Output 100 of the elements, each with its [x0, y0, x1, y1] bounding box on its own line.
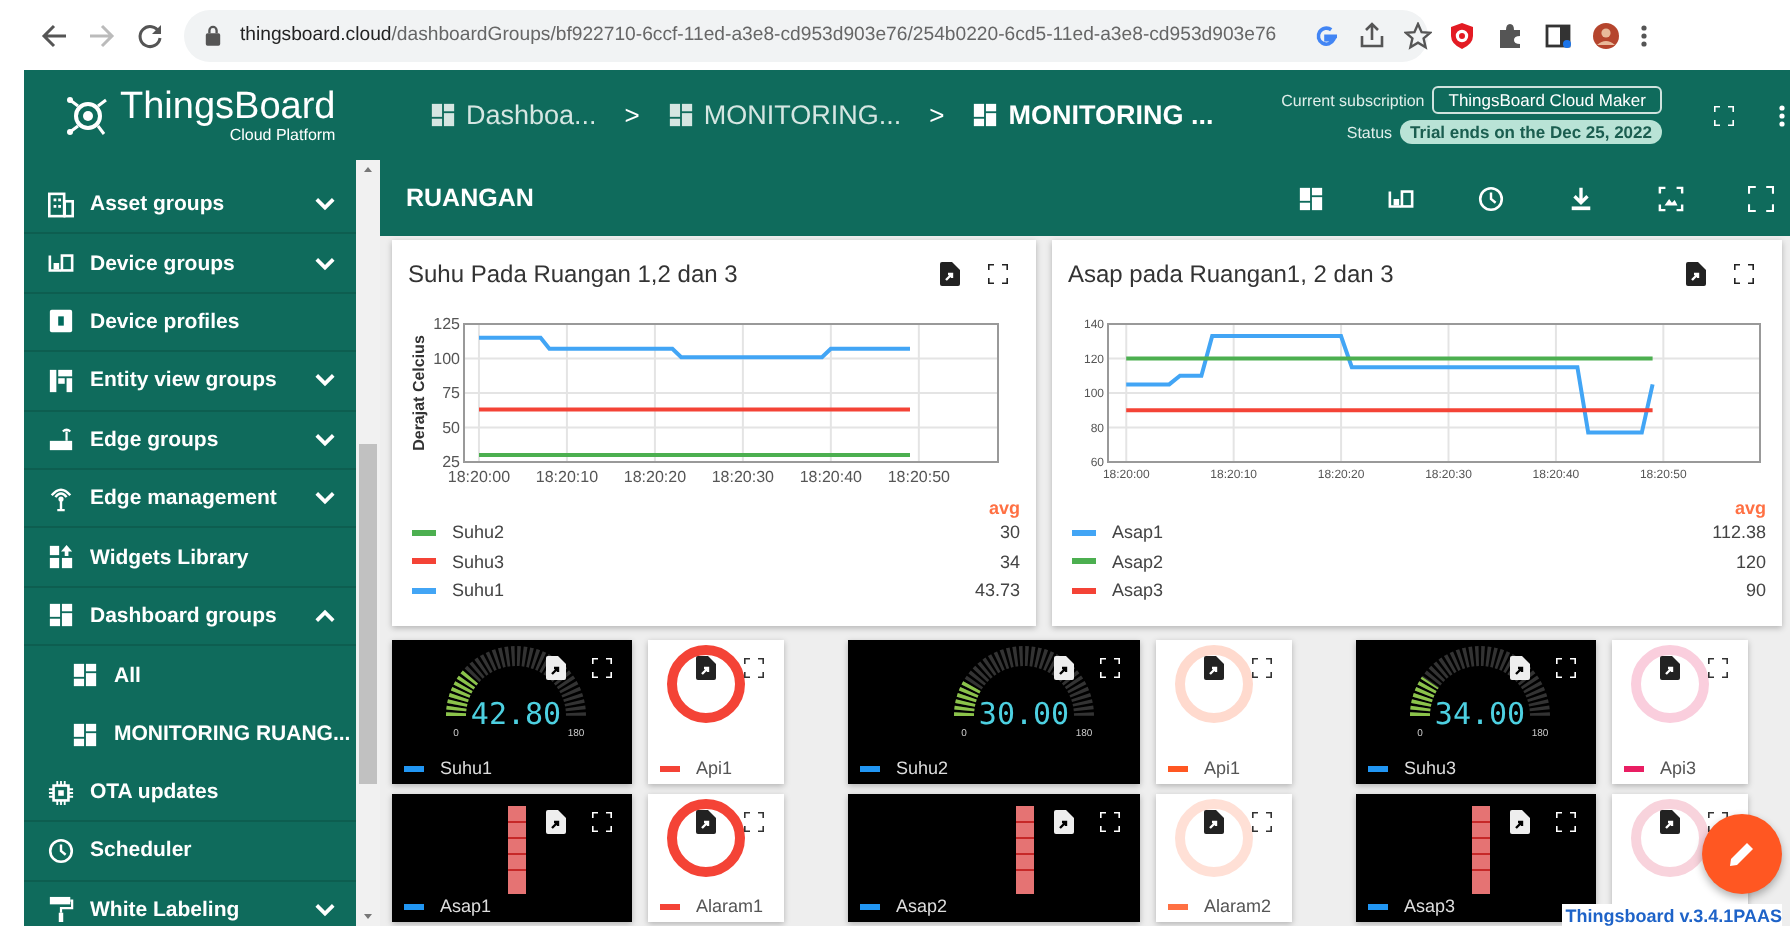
brand-name: ThingsBoard	[120, 87, 336, 125]
extension-shield-icon[interactable]	[1448, 21, 1476, 49]
subscription-label: Current subscription	[1281, 91, 1425, 109]
sidebar-item[interactable]: Dashboard groups	[24, 587, 356, 647]
legend-label: Asap3	[1404, 896, 1456, 916]
antenna-icon	[48, 485, 74, 512]
chip-icon	[48, 779, 74, 806]
file-export-icon[interactable]	[1204, 656, 1224, 680]
image-export-icon[interactable]	[1658, 185, 1684, 211]
breadcrumb[interactable]: MONITORING ...	[972, 100, 1214, 130]
file-export-icon[interactable]	[1204, 810, 1224, 834]
more-options-icon[interactable]	[1778, 101, 1786, 129]
brand-subtitle: Cloud Platform	[229, 127, 336, 143]
tick-label: 18:20:00	[447, 468, 511, 486]
axis-title: Derajat Celcius	[410, 335, 428, 451]
tick-label: 18:20:20	[623, 468, 687, 486]
legend-label: Suhu2	[896, 758, 949, 778]
legend-label: Suhu2	[452, 522, 505, 543]
reload-icon[interactable]	[136, 21, 164, 49]
tick-label: 18:20:30	[711, 468, 774, 486]
sidebar-item[interactable]: MONITORING RUANG...	[24, 705, 356, 764]
side-panel-icon[interactable]	[1544, 21, 1572, 49]
file-export-icon[interactable]	[1660, 810, 1680, 834]
dashboard-icon	[667, 102, 694, 128]
legend-label: Suhu1	[452, 580, 505, 601]
fullscreen-icon[interactable]	[1708, 658, 1728, 678]
chart-title: Asap pada Ruangan1, 2 dan 3	[1068, 260, 1394, 288]
router-icon	[48, 426, 74, 453]
breadcrumb-separator: >	[929, 100, 945, 130]
legend-label: Alaram2	[1204, 896, 1272, 916]
breadcrumb[interactable]: MONITORING...	[667, 100, 902, 130]
gauge-value: 42.80	[470, 696, 562, 732]
plan-tag: ThingsBoard Cloud Maker	[1432, 86, 1662, 114]
legend-label: Suhu1	[440, 758, 493, 778]
tick-label: 75	[442, 384, 460, 403]
fullscreen-icon[interactable]	[1252, 658, 1272, 678]
file-export-icon[interactable]	[1054, 810, 1074, 834]
file-export-icon[interactable]	[696, 656, 716, 680]
file-export-icon[interactable]	[546, 810, 566, 834]
share-icon[interactable]	[1358, 21, 1387, 49]
file-export-icon[interactable]	[940, 262, 960, 286]
url-text: thingsboard.cloud/dashboardGroups/bf922710-6ccf-11ed-a3e8-cd953d903e76/254b0220-6cd5-11ed-a3e8-cd953d903e76	[240, 24, 1277, 46]
legend-label: Api1	[696, 758, 733, 778]
legend-value: 120	[1735, 551, 1766, 572]
scrollbar[interactable]	[356, 160, 380, 926]
fullscreen-icon[interactable]	[744, 812, 764, 832]
legend-label: Asap2	[1112, 551, 1164, 572]
file-export-icon[interactable]	[1510, 656, 1530, 680]
dashboard-icon[interactable]	[1298, 185, 1324, 211]
legend-value: 34	[999, 551, 1020, 572]
dashboard-icon	[48, 602, 74, 629]
legend-label: Api1	[1204, 758, 1241, 778]
more-options-icon[interactable]	[1640, 21, 1648, 49]
clock-icon[interactable]	[1478, 185, 1504, 211]
widgets-icon	[48, 544, 74, 571]
back-arrow-icon[interactable]	[40, 21, 68, 49]
file-export-icon[interactable]	[1510, 810, 1530, 834]
legend-label: Asap1	[1112, 522, 1164, 543]
legend-header: avg	[988, 498, 1020, 518]
avatar-icon[interactable]	[1592, 21, 1620, 49]
legend-label: Asap1	[440, 896, 492, 916]
file-export-icon[interactable]	[546, 656, 566, 680]
tick-label: 18:20:40	[799, 468, 862, 486]
lock-icon	[204, 24, 222, 46]
legend-label: Alaram1	[696, 896, 764, 916]
clock-icon	[48, 837, 74, 864]
fullscreen-icon[interactable]	[1252, 812, 1272, 832]
download-icon[interactable]	[1568, 185, 1594, 211]
legend-value: 112.38	[1712, 522, 1766, 543]
paint-roller-icon	[48, 896, 74, 923]
version-text: Thingsboard v.3.4.1PAAS	[1561, 904, 1782, 926]
level-bar	[1471, 806, 1491, 894]
dashboard-icon	[72, 662, 98, 689]
tick-label: 18:20:10	[535, 468, 599, 486]
breadcrumb[interactable]: Dashboa...	[430, 100, 597, 130]
star-icon[interactable]	[1404, 21, 1433, 49]
file-export-icon[interactable]	[696, 810, 716, 834]
address-bar[interactable]: thingsboard.cloud/dashboardGroups/bf922710-6ccf-11ed-a3e8-cd953d903e76/254b0220-6cd5-11ed-a3e8-cd953d903e76	[184, 9, 1428, 61]
file-export-icon[interactable]	[1054, 656, 1074, 680]
google-icon[interactable]	[1312, 21, 1341, 49]
sidebar-item[interactable]: Entity view groups	[24, 352, 356, 412]
devices-icon[interactable]	[1388, 185, 1414, 211]
sidebar-item[interactable]: All	[24, 646, 356, 706]
devices-icon	[48, 250, 74, 277]
fullscreen-icon[interactable]	[1734, 264, 1754, 284]
level-bar	[1015, 806, 1035, 894]
puzzle-icon[interactable]	[1496, 21, 1524, 49]
chart-title: Suhu Pada Ruangan 1,2 dan 3	[408, 260, 738, 288]
legend-header: avg	[1734, 498, 1766, 518]
sidebar-item[interactable]: Device profiles	[24, 293, 356, 353]
legend-label: Suhu3	[1404, 758, 1457, 778]
file-export-icon[interactable]	[1686, 262, 1706, 286]
gauge-value: 34.00	[1434, 696, 1526, 732]
building-icon	[48, 191, 74, 218]
fullscreen-icon[interactable]	[988, 264, 1008, 284]
grid-icon	[48, 367, 74, 394]
file-export-icon[interactable]	[1660, 656, 1680, 680]
breadcrumb-separator: >	[624, 100, 640, 130]
fullscreen-icon[interactable]	[744, 658, 764, 678]
status-tag: Trial ends on the Dec 25, 2022	[1400, 120, 1662, 144]
